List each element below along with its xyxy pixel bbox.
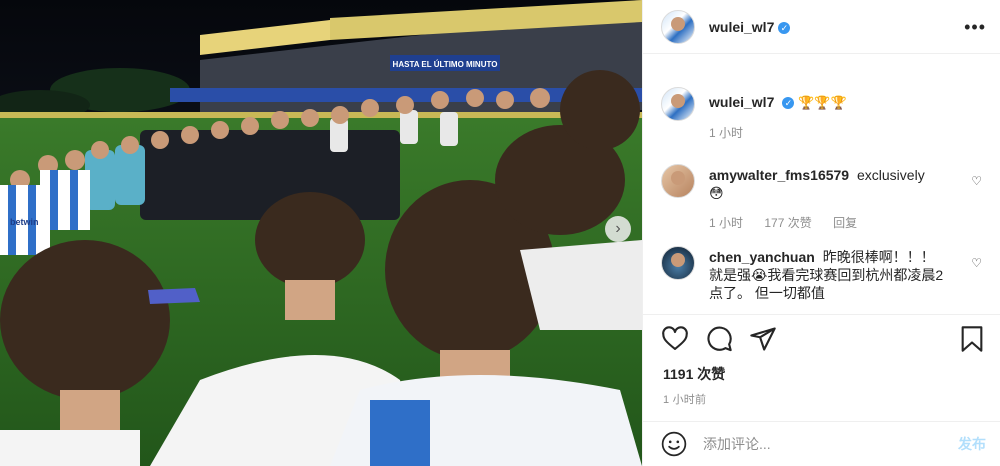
caption: wulei_wl7 ✓ 🏆🏆🏆 1 小时 [643, 87, 1000, 142]
next-photo-button[interactable]: › [605, 216, 631, 242]
comment-like-icon[interactable]: ♡ [971, 174, 982, 188]
stadium-banner-text: HASTA EL ÚLTIMO MINUTO [393, 60, 498, 69]
comment-icon[interactable] [705, 325, 733, 353]
reply-button[interactable]: 回复 [833, 216, 857, 230]
comment-avatar[interactable] [661, 164, 695, 198]
comment-like-icon[interactable]: ♡ [971, 256, 982, 270]
post-photo[interactable]: HASTA EL ÚLTIMO MINUTO [0, 0, 642, 466]
post-panel: wulei_wl7 ✓ ••• wulei_wl7 ✓ 🏆🏆🏆 1 小时 amywa… [642, 0, 1000, 466]
comment-item: chen_yanchuan 昨晚很棒啊！！！ 就是强😭我看完球赛回到杭州都凌晨2… [643, 246, 1000, 302]
post-comment-button[interactable]: 发布 [958, 434, 986, 454]
comment-item: amywalter_fms16579 exclusively 😳 1 小时 17… [643, 164, 1000, 232]
comment-username[interactable]: chen_yanchuan [709, 249, 815, 265]
heart-icon[interactable] [661, 325, 689, 353]
post-timestamp: 1 小时前 [663, 394, 707, 406]
caption-time: 1 小时 [709, 126, 744, 140]
author-username[interactable]: wulei_wl7 ✓ [709, 19, 791, 35]
author-name-text[interactable]: wulei_wl7 [709, 19, 774, 35]
emoji-icon[interactable] [661, 431, 687, 457]
add-comment-bar: 发布 [643, 421, 1000, 466]
verified-badge-icon: ✓ [778, 21, 791, 34]
caption-username[interactable]: wulei_wl7 [709, 94, 774, 110]
comment-text: exclusively [857, 167, 925, 183]
comment-emoji: 😳 [709, 185, 724, 201]
caption-trophies: 🏆🏆🏆 [798, 95, 847, 110]
caption-avatar[interactable] [661, 87, 695, 121]
share-icon[interactable] [749, 325, 777, 353]
author-avatar[interactable] [661, 9, 695, 44]
comments-list: wulei_wl7 ✓ 🏆🏆🏆 1 小时 amywalter_fms16579 e… [643, 55, 1000, 313]
bookmark-icon[interactable] [958, 325, 986, 353]
photo-scene: HASTA EL ÚLTIMO MINUTO [0, 0, 642, 466]
comment-avatar[interactable] [661, 246, 695, 280]
comment-likes[interactable]: 177 次赞 [764, 216, 811, 230]
comment-input[interactable] [703, 436, 958, 452]
jersey-sponsor: bet⁠win [10, 217, 39, 227]
comment-username[interactable]: amywalter_fms16579 [709, 167, 849, 183]
chevron-right-icon: › [615, 220, 621, 237]
post-header: wulei_wl7 ✓ ••• [643, 0, 1000, 54]
likes-count[interactable]: 1191 次赞 [663, 364, 725, 384]
comment-time: 1 小时 [709, 216, 744, 230]
ellipsis-icon[interactable]: ••• [964, 17, 986, 38]
verified-badge-icon: ✓ [782, 97, 795, 109]
